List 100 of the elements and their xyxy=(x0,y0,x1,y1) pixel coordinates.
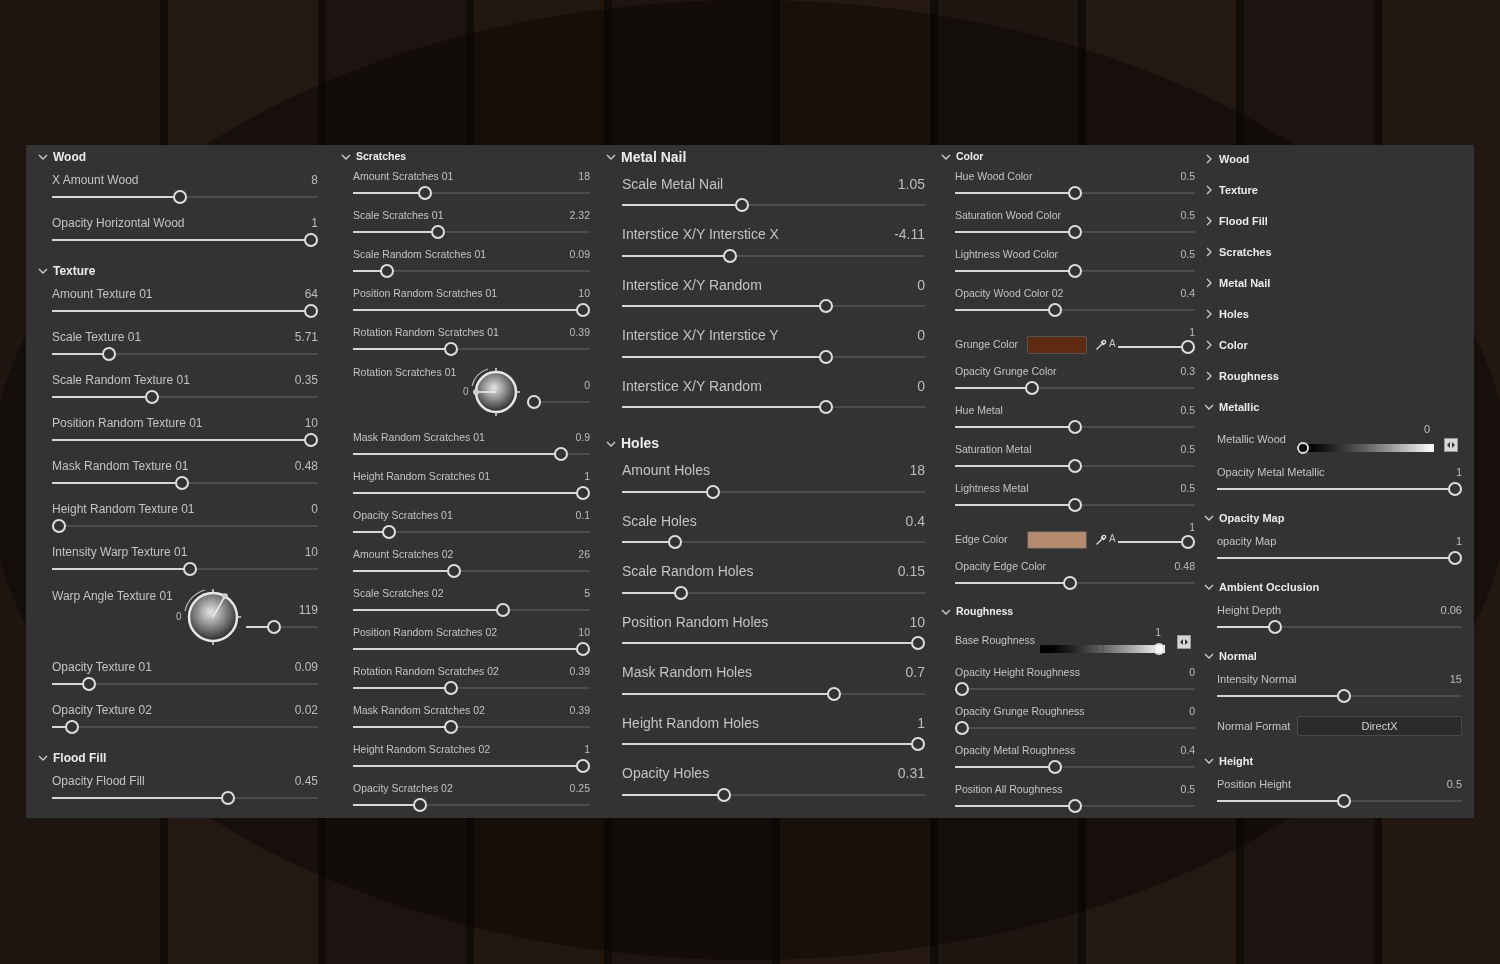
slider-thumb[interactable] xyxy=(705,484,720,499)
slider-thumb[interactable] xyxy=(576,759,590,773)
slider-thumb[interactable] xyxy=(446,564,461,578)
slider-thumb[interactable] xyxy=(1267,620,1282,634)
slider[interactable] xyxy=(353,486,590,500)
slider[interactable] xyxy=(955,721,1195,735)
color-swatch[interactable] xyxy=(1027,335,1087,354)
slider-thumb[interactable] xyxy=(668,535,683,549)
slider[interactable] xyxy=(622,737,925,751)
section-header[interactable]: Texture xyxy=(1219,181,1258,199)
slider[interactable] xyxy=(955,760,1195,774)
slider[interactable] xyxy=(1217,794,1462,808)
slider-thumb[interactable] xyxy=(1047,303,1062,317)
slider-thumb[interactable] xyxy=(266,620,281,634)
slider-thumb[interactable] xyxy=(911,737,925,751)
slider[interactable] xyxy=(955,420,1195,434)
slider[interactable] xyxy=(353,759,590,773)
slider-thumb[interactable] xyxy=(431,225,446,239)
slider[interactable] xyxy=(353,564,590,578)
slider[interactable] xyxy=(1117,340,1195,354)
color-swatch[interactable] xyxy=(1027,530,1087,549)
slider[interactable] xyxy=(955,459,1195,473)
slider-thumb[interactable] xyxy=(1297,442,1309,454)
section-header[interactable]: Color xyxy=(1219,336,1248,354)
slider[interactable] xyxy=(1217,482,1462,496)
slider-thumb[interactable] xyxy=(1337,794,1352,808)
slider-thumb[interactable] xyxy=(413,798,428,812)
slider[interactable] xyxy=(622,484,925,499)
slider-thumb[interactable] xyxy=(1025,381,1040,395)
slider-thumb[interactable] xyxy=(444,342,459,356)
section-header[interactable]: Metallic xyxy=(1219,398,1260,416)
section-header[interactable]: Roughness xyxy=(956,604,1014,620)
slider-thumb[interactable] xyxy=(64,720,79,734)
slider[interactable] xyxy=(353,225,590,239)
slider[interactable] xyxy=(353,798,590,812)
slider-thumb[interactable] xyxy=(818,299,833,313)
slider-thumb[interactable] xyxy=(1068,420,1082,434)
slider[interactable] xyxy=(52,720,318,734)
slider[interactable] xyxy=(622,585,925,600)
slider[interactable] xyxy=(622,636,925,650)
slider-thumb[interactable] xyxy=(723,248,738,263)
slider-thumb[interactable] xyxy=(382,525,396,539)
slider[interactable] xyxy=(622,299,925,313)
slider[interactable] xyxy=(955,264,1195,278)
slider-thumb[interactable] xyxy=(1448,551,1462,565)
slider[interactable] xyxy=(1117,535,1195,549)
slider-thumb[interactable] xyxy=(304,304,318,318)
slider-thumb[interactable] xyxy=(444,681,459,695)
slider[interactable] xyxy=(353,642,590,656)
slider-thumb[interactable] xyxy=(1063,576,1078,590)
slider-thumb[interactable] xyxy=(1068,459,1082,473)
slider-thumb[interactable] xyxy=(1047,760,1062,774)
slider[interactable] xyxy=(622,349,925,364)
slider-thumb[interactable] xyxy=(1181,535,1195,549)
slider[interactable] xyxy=(52,390,318,404)
section-header[interactable]: Wood xyxy=(53,148,87,166)
slider-thumb[interactable] xyxy=(911,636,925,650)
section-header[interactable]: Height xyxy=(1219,752,1254,770)
slider[interactable] xyxy=(622,248,925,263)
slider[interactable] xyxy=(955,186,1195,200)
slider[interactable] xyxy=(52,304,318,318)
slider-thumb[interactable] xyxy=(220,791,235,805)
slider[interactable] xyxy=(955,498,1195,512)
section-header[interactable]: Metal Nail xyxy=(621,146,687,168)
slider-thumb[interactable] xyxy=(717,787,732,802)
slider-thumb[interactable] xyxy=(955,721,969,735)
slider-thumb[interactable] xyxy=(304,433,318,447)
slider-thumb[interactable] xyxy=(495,603,510,617)
dropdown[interactable]: DirectX xyxy=(1297,716,1462,736)
slider-thumb[interactable] xyxy=(576,303,590,317)
slider-thumb[interactable] xyxy=(1181,340,1195,354)
slider[interactable] xyxy=(955,576,1195,590)
slider[interactable] xyxy=(353,447,590,461)
section-header[interactable]: Normal xyxy=(1219,647,1257,665)
slider-thumb[interactable] xyxy=(417,186,432,200)
slider[interactable] xyxy=(52,433,318,447)
slider[interactable] xyxy=(52,677,318,691)
slider[interactable] xyxy=(52,476,318,490)
slider[interactable] xyxy=(955,799,1195,813)
section-header[interactable]: Roughness xyxy=(1219,367,1279,385)
slider-thumb[interactable] xyxy=(145,390,160,404)
section-header[interactable]: Texture xyxy=(53,262,96,280)
slider-thumb[interactable] xyxy=(553,447,568,461)
slider[interactable] xyxy=(622,535,925,549)
slider-thumb[interactable] xyxy=(102,347,117,361)
slider[interactable] xyxy=(1217,551,1462,565)
slider-thumb[interactable] xyxy=(1153,643,1165,655)
slider-thumb[interactable] xyxy=(183,562,198,576)
slider[interactable] xyxy=(52,562,318,576)
slider[interactable] xyxy=(52,791,318,805)
slider-thumb[interactable] xyxy=(1068,186,1082,200)
section-header[interactable]: Flood Fill xyxy=(53,749,107,767)
slider-thumb[interactable] xyxy=(1068,799,1082,813)
slider-thumb[interactable] xyxy=(734,198,749,212)
slider[interactable] xyxy=(52,233,318,247)
slider[interactable] xyxy=(955,303,1195,317)
section-header[interactable]: Flood Fill xyxy=(1219,212,1268,230)
slider-thumb[interactable] xyxy=(379,264,394,278)
section-header[interactable]: Scratches xyxy=(356,149,407,165)
slider-thumb[interactable] xyxy=(827,686,842,701)
